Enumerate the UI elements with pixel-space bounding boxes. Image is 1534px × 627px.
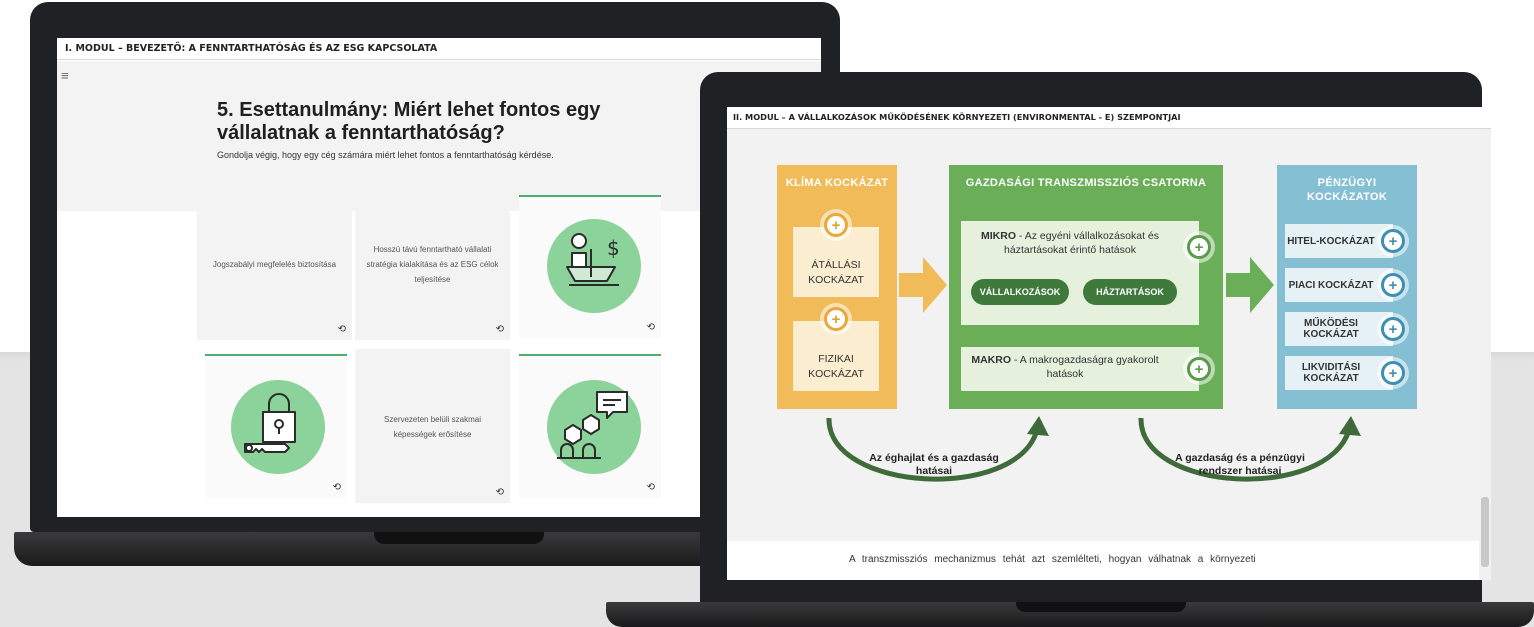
arrow-left-label: Az éghajlat és a gazdaság hatásai xyxy=(869,452,999,477)
flip-icon[interactable]: ⟲ xyxy=(338,325,346,335)
market-risk-label: PIACI KOCKÁZAT xyxy=(1288,279,1374,291)
flip-card-6[interactable]: ⟲ xyxy=(519,354,661,498)
scene: I. MODUL – BEVEZETŐ: A FENNTARTHATÓSÁG É… xyxy=(0,0,1534,627)
companies-button[interactable]: VÁLLALKOZÁSOK xyxy=(971,279,1069,305)
laptop-2-base xyxy=(606,602,1534,627)
market-risk-box[interactable]: PIACI KOCKÁZAT xyxy=(1285,268,1393,302)
flip-icon[interactable]: ⟲ xyxy=(647,483,655,493)
households-button[interactable]: HÁZTARTÁSOK xyxy=(1083,279,1177,305)
macro-label: MAKRO xyxy=(971,354,1011,366)
card-text: Jogszabályi megfelelés biztosítása xyxy=(212,260,337,269)
flip-card-4[interactable]: ⟲ xyxy=(205,354,347,498)
operational-risk-label: MŰKÖDÉSI KOCKÁZAT xyxy=(1303,318,1359,340)
transition-risk-box[interactable]: ÁTÁLLÁSI KOCKÁZAT xyxy=(793,227,879,297)
flip-card-5[interactable]: Szervezeten belüli szakmai képességek er… xyxy=(355,349,510,503)
footer-text: A transzmissziós mechanizmus tehát azt s… xyxy=(849,554,1256,565)
plus-icon[interactable]: + xyxy=(1187,235,1211,259)
credit-risk-label: HITEL-KOCKÁZAT xyxy=(1287,235,1375,247)
micro-description: - Az egyéni vállalkozásokat és háztartás… xyxy=(1004,230,1159,256)
arrow-right-label: A gazdaság és a pénzügyi rendszer hatása… xyxy=(1175,452,1305,477)
case-title: 5. Esettanulmány: Miért lehet fontos egy… xyxy=(217,99,601,144)
scrollbar-thumb[interactable] xyxy=(1481,497,1489,567)
financial-risks-column: PÉNZÜGYI KOCKÁZATOK HITEL-KOCKÁZAT + PIA… xyxy=(1277,165,1417,409)
flip-icon[interactable]: ⟲ xyxy=(496,325,504,335)
micro-label: MIKRO xyxy=(981,230,1016,242)
macro-text: MAKRO - A makrogazdaságra gyakorolt hatá… xyxy=(961,347,1199,381)
module-title-bar: I. MODUL – BEVEZETŐ: A FENNTARTHATÓSÁG É… xyxy=(57,38,821,60)
scales-dollar-icon: $ xyxy=(566,233,620,286)
liquidity-risk-box[interactable]: LIKVIDITÁSI KOCKÁZAT xyxy=(1285,356,1393,390)
card-text: Szervezeten belüli szakmai képességek er… xyxy=(384,415,481,439)
flip-card-2[interactable]: Hosszú távú fenntartható vállalati strat… xyxy=(355,187,510,340)
macro-box[interactable]: MAKRO - A makrogazdaságra gyakorolt hatá… xyxy=(961,347,1199,391)
flip-icon[interactable]: ⟲ xyxy=(647,323,655,333)
flip-icon[interactable]: ⟲ xyxy=(333,483,341,493)
transmission-title: GAZDASÁGI TRANSZMISSZIÓS CSATORNA xyxy=(965,177,1207,189)
people-chat-icon xyxy=(557,391,628,459)
plus-icon[interactable]: + xyxy=(824,307,848,331)
plus-icon[interactable]: + xyxy=(1381,317,1405,341)
case-subtitle: Gondolja végig, hogy egy cég számára mié… xyxy=(217,150,554,160)
arrow-right-icon xyxy=(1226,257,1274,313)
lock-key-icon xyxy=(244,393,296,453)
svg-text:$: $ xyxy=(607,236,620,260)
plus-icon[interactable]: + xyxy=(824,213,848,237)
plus-icon[interactable]: + xyxy=(1381,273,1405,297)
flip-card-3[interactable]: $ ⟲ xyxy=(519,195,661,338)
plus-icon[interactable]: + xyxy=(1381,361,1405,385)
climate-risk-title: KLÍMA KOCKÁZAT xyxy=(785,177,889,189)
micro-box[interactable]: MIKRO - Az egyéni vállalkozásokat és ház… xyxy=(961,221,1199,325)
module-title-bar: II. MODUL – A VÁLLALKOZÁSOK MŰKÖDÉSÉNEK … xyxy=(727,107,1491,129)
macro-description: - A makrogazdaságra gyakorolt hatások xyxy=(1011,354,1159,380)
transition-risk-label: ÁTÁLLÁSI KOCKÁZAT xyxy=(808,259,864,286)
flip-card-1[interactable]: Jogszabályi megfelelés biztosítása ⟲ xyxy=(197,187,352,340)
operational-risk-box[interactable]: MŰKÖDÉSI KOCKÁZAT xyxy=(1285,312,1393,346)
physical-risk-box[interactable]: FIZIKAI KOCKÁZAT xyxy=(793,321,879,391)
transmission-channel-column: GAZDASÁGI TRANSZMISSZIÓS CSATORNA MIKRO … xyxy=(949,165,1223,409)
physical-risk-label: FIZIKAI KOCKÁZAT xyxy=(808,353,864,380)
plus-icon[interactable]: + xyxy=(1187,357,1211,381)
hamburger-icon[interactable]: ≡ xyxy=(61,69,69,82)
card-text: Hosszú távú fenntartható vállalati strat… xyxy=(366,245,499,284)
financial-risks-title: PÉNZÜGYI KOCKÁZATOK xyxy=(1306,177,1388,203)
arrow-right-icon xyxy=(899,257,947,313)
climate-risk-column: KLÍMA KOCKÁZAT ÁTÁLLÁSI KOCKÁZAT + FIZIK… xyxy=(777,165,897,409)
plus-icon[interactable]: + xyxy=(1381,229,1405,253)
micro-text: MIKRO - Az egyéni vállalkozásokat és ház… xyxy=(961,221,1199,257)
liquidity-risk-label: LIKVIDITÁSI KOCKÁZAT xyxy=(1301,362,1361,384)
flip-icon[interactable]: ⟲ xyxy=(496,488,504,498)
credit-risk-box[interactable]: HITEL-KOCKÁZAT xyxy=(1285,224,1393,258)
laptop-2-screen: II. MODUL – A VÁLLALKOZÁSOK MŰKÖDÉSÉNEK … xyxy=(727,107,1491,580)
